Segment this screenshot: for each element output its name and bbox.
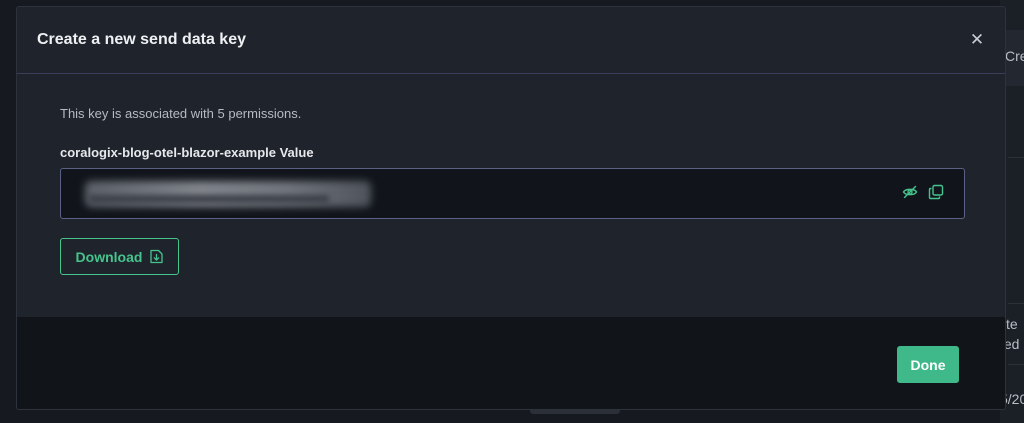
modal-title: Create a new send data key [37, 31, 246, 48]
download-button[interactable]: Download [60, 238, 179, 275]
download-file-icon [150, 249, 164, 264]
done-button[interactable]: Done [897, 346, 959, 383]
background-divider [1008, 364, 1024, 365]
background-divider [1008, 303, 1024, 304]
background-text-fragment: te [1006, 316, 1018, 332]
create-key-modal: Create a new send data key ✕ This key is… [16, 6, 1006, 410]
masked-key-value-shadow [89, 195, 329, 203]
masked-key-value [85, 181, 371, 207]
eye-off-icon[interactable] [902, 184, 918, 200]
copy-icon[interactable] [928, 184, 944, 200]
close-icon[interactable]: ✕ [967, 30, 987, 50]
modal-footer: Done [17, 317, 1005, 409]
modal-header: Create a new send data key ✕ [17, 7, 1005, 74]
permissions-info-text: This key is associated with 5 permission… [60, 106, 302, 121]
key-value-label: coralogix-blog-otel-blazor-example Value [60, 145, 314, 160]
key-value-field[interactable] [60, 168, 965, 219]
key-actions [902, 184, 944, 200]
background-divider [1008, 157, 1024, 158]
background-text-create: Cre [1005, 48, 1024, 64]
download-button-label: Download [75, 248, 143, 265]
